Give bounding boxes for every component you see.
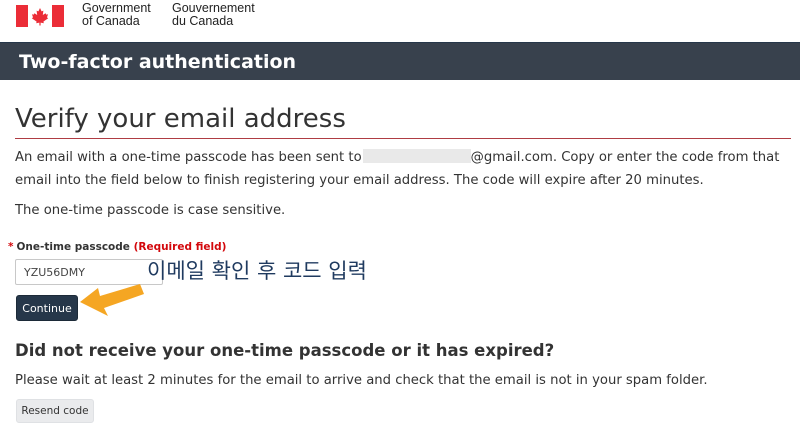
intro-text-part1: An email with a one-time passcode has be…	[15, 150, 362, 165]
title-underline	[15, 138, 791, 139]
case-sensitive-note: The one-time passcode is case sensitive.	[15, 203, 286, 218]
required-field-text: (Required field)	[133, 241, 227, 253]
signature-english: Government of Canada	[82, 2, 151, 28]
passcode-label-text: One-time passcode	[16, 241, 130, 253]
gc-header: Government of Canada Gouvernement du Can…	[0, 0, 800, 42]
expired-heading: Did not receive your one-time passcode o…	[15, 341, 555, 360]
signature-en-line2: of Canada	[82, 14, 140, 28]
annotation-arrow-icon	[80, 284, 144, 316]
korean-annotation: 이메일 확인 후 코드 입력	[147, 259, 367, 283]
wait-note: Please wait at least 2 minutes for the e…	[15, 373, 708, 388]
redacted-email	[362, 149, 471, 163]
intro-paragraph: An email with a one-time passcode has be…	[15, 146, 795, 192]
app-banner: Two-factor authentication	[0, 42, 800, 80]
continue-button[interactable]: Continue	[16, 295, 78, 321]
signature-french: Gouvernement du Canada	[172, 2, 255, 28]
required-star: *	[8, 241, 14, 253]
page-title: Verify your email address	[15, 104, 346, 134]
signature-fr-line2: du Canada	[172, 14, 234, 28]
passcode-label: * One-time passcode (Required field)	[8, 241, 226, 253]
resend-code-button[interactable]: Resend code	[16, 399, 94, 423]
canada-flag-icon	[16, 5, 64, 27]
banner-title: Two-factor authentication	[19, 51, 297, 73]
